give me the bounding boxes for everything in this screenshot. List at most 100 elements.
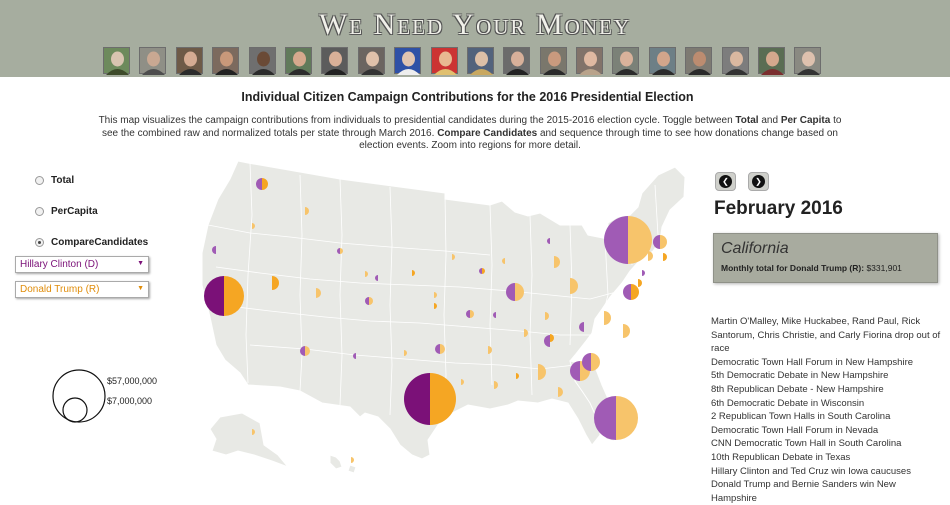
- current-month: February 2016: [714, 198, 843, 219]
- caret-down-icon: ▼: [137, 260, 144, 267]
- site-header: We Need Your Money: [0, 0, 950, 77]
- candidate-portrait-5[interactable]: [248, 47, 276, 75]
- portrait-image: [579, 51, 603, 75]
- legend-small-circle: [62, 397, 88, 423]
- candidate-portrait-4[interactable]: [212, 47, 240, 75]
- state-bubble-candidate-b[interactable]: [616, 396, 638, 440]
- portrait-image: [506, 51, 530, 75]
- portrait-image: [688, 51, 712, 75]
- event-item: CNN Democratic Town Hall in South Caroli…: [711, 438, 902, 450]
- candidate-portrait-3[interactable]: [175, 47, 203, 75]
- portrait-image: [651, 51, 675, 75]
- radio-per-capita[interactable]: PerCapita: [35, 206, 98, 217]
- event-item: 2 Republican Town Halls in South Carolin…: [711, 411, 891, 423]
- portrait-image: [360, 51, 384, 75]
- state-bubble-candidate-b[interactable]: [648, 251, 653, 261]
- candidate-portrait-20[interactable]: [794, 47, 822, 75]
- candidate-portrait-6[interactable]: [284, 47, 312, 75]
- intro-text-2: and: [758, 115, 781, 126]
- portrait-image: [797, 51, 821, 75]
- state-bubble-candidate-b[interactable]: [623, 324, 630, 338]
- candidate-portrait-16[interactable]: [648, 47, 676, 75]
- state-bubble-candidate-a[interactable]: [623, 284, 631, 300]
- next-month-button[interactable]: ❯: [748, 172, 769, 191]
- candidate-portrait-11[interactable]: [466, 47, 494, 75]
- portrait-image: [542, 51, 566, 75]
- candidate-b-value: Donald Trump (R): [20, 284, 100, 295]
- radio-per-capita-dot[interactable]: [35, 207, 44, 216]
- portrait-image: [142, 51, 166, 75]
- legend-large-circle: [52, 369, 106, 423]
- candidate-portrait-13[interactable]: [539, 47, 567, 75]
- radio-compare-candidates[interactable]: CompareCandidates: [35, 237, 148, 248]
- candidate-b-select[interactable]: Donald Trump (R) ▼: [15, 281, 149, 298]
- event-item: Martin O'Malley, Mike Huckabee, Rand Pau…: [711, 316, 941, 355]
- candidate-portrait-1[interactable]: [103, 47, 130, 75]
- candidate-a-select[interactable]: Hillary Clinton (D) ▼: [15, 256, 149, 273]
- candidate-portrait-10[interactable]: [430, 47, 458, 75]
- portrait-image: [106, 51, 129, 75]
- candidate-portrait-19[interactable]: [758, 47, 786, 75]
- state-bubble-candidate-b[interactable]: [591, 353, 600, 371]
- page-heading: Individual Citizen Campaign Contribution…: [241, 90, 694, 104]
- info-state-name: California: [721, 240, 789, 257]
- state-bubble-candidate-b[interactable]: [351, 457, 354, 463]
- us-contribution-map[interactable]: [190, 155, 710, 495]
- state-info-box: California Monthly total for Donald Trum…: [713, 233, 938, 283]
- candidate-portrait-14[interactable]: [576, 47, 604, 75]
- state-bubble-candidate-b[interactable]: [604, 311, 611, 325]
- radio-per-capita-label: PerCapita: [51, 206, 98, 217]
- intro-bold-compare: Compare Candidates: [437, 127, 538, 139]
- state-bubble-candidate-b[interactable]: [663, 253, 667, 261]
- portrait-image: [178, 51, 202, 75]
- legend-small-label: $7,000,000: [107, 396, 153, 406]
- candidate-portrait-18[interactable]: [721, 47, 749, 75]
- event-item: Hillary Clinton and Ted Cruz win Iowa ca…: [711, 465, 911, 477]
- candidate-portrait-2[interactable]: [139, 47, 167, 75]
- candidate-a-value: Hillary Clinton (D): [20, 259, 99, 270]
- state-bubble-candidate-b[interactable]: [642, 270, 645, 276]
- info-total: Monthly total for Donald Trump (R): $331…: [721, 263, 902, 273]
- events-list: Martin O'Malley, Mike Huckabee, Rand Pau…: [711, 315, 943, 505]
- portrait-image: [761, 51, 785, 75]
- state-bubble-candidate-b[interactable]: [631, 284, 639, 300]
- event-item: 5th Democratic Debate in New Hampshire: [711, 370, 889, 382]
- legend-large-label: $57,000,000: [107, 376, 158, 386]
- radio-compare-candidates-dot[interactable]: [35, 238, 44, 247]
- event-item: 8th Republican Debate - New Hampshire: [711, 383, 884, 395]
- candidate-portrait-7[interactable]: [321, 47, 349, 75]
- portrait-image: [433, 51, 457, 75]
- candidate-portrait-12[interactable]: [503, 47, 531, 75]
- event-item: Democratic Town Hall Forum in New Hampsh…: [711, 356, 914, 368]
- map-land-alaska[interactable]: [209, 412, 290, 469]
- radio-total[interactable]: Total: [35, 175, 74, 186]
- chevron-right-icon: ❯: [752, 175, 765, 188]
- site-title: We Need Your Money: [318, 8, 632, 41]
- candidate-portrait-8[interactable]: [357, 47, 385, 75]
- radio-total-label: Total: [51, 175, 75, 186]
- portrait-image: [724, 51, 748, 75]
- candidate-portrait-9[interactable]: [394, 47, 422, 75]
- intro-text: This map visualizes the campaign contrib…: [90, 115, 850, 153]
- candidate-portrait-15[interactable]: [612, 47, 640, 75]
- event-item: 10th Republican Debate in Texas: [711, 451, 851, 463]
- previous-month-button[interactable]: ❮: [715, 172, 736, 191]
- radio-total-dot[interactable]: [35, 176, 44, 185]
- intro-text-1: This map visualizes the campaign contrib…: [98, 115, 736, 126]
- portrait-image: [251, 51, 275, 75]
- portrait-image: [615, 51, 639, 75]
- radio-compare-candidates-label: CompareCandidates: [51, 237, 149, 248]
- event-item: Democratic Town Hall Forum in Nevada: [711, 424, 879, 436]
- info-total-value: $331,901: [866, 263, 902, 273]
- portrait-image: [397, 51, 421, 75]
- state-bubble-candidate-b[interactable]: [638, 279, 642, 287]
- portrait-image: [324, 51, 348, 75]
- candidate-portrait-strip: [103, 47, 822, 75]
- caret-down-icon: ▼: [137, 285, 144, 292]
- intro-bold-total: Total: [735, 115, 759, 126]
- portrait-image: [287, 51, 311, 75]
- portrait-image: [215, 51, 239, 75]
- chevron-left-icon: ❮: [719, 175, 732, 188]
- state-bubble-candidate-b[interactable]: [660, 235, 667, 249]
- candidate-portrait-17[interactable]: [685, 47, 713, 75]
